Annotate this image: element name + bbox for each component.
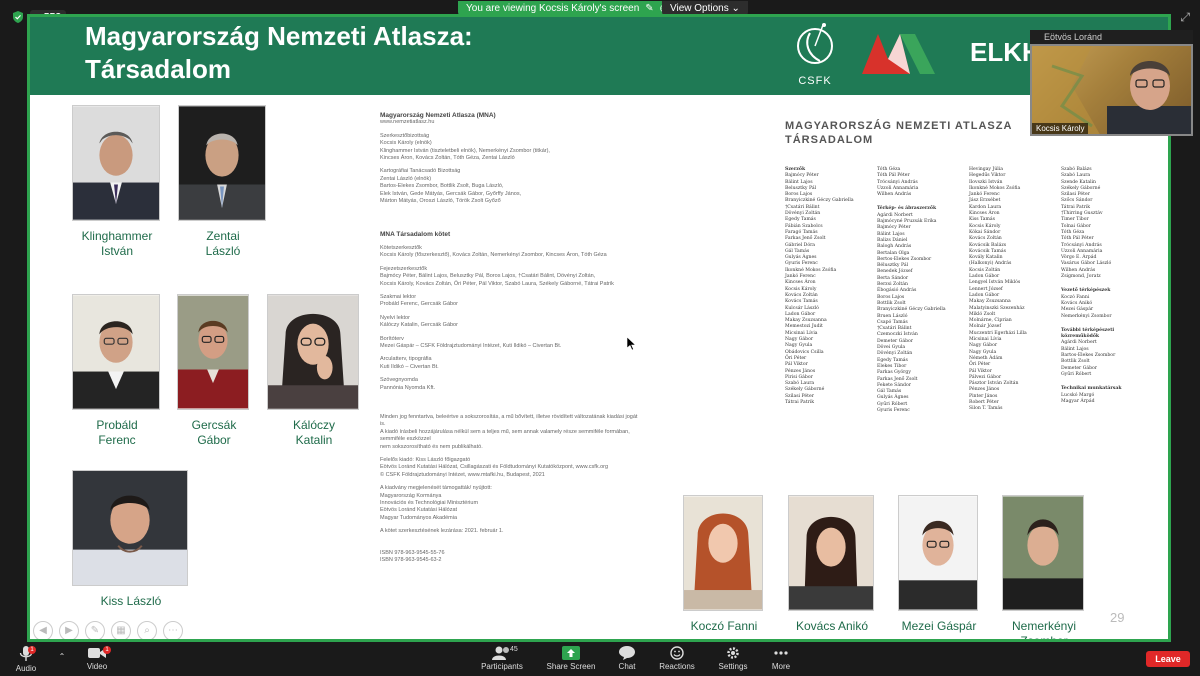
person-photo bbox=[1002, 495, 1084, 611]
person-photo bbox=[898, 495, 978, 611]
person-card: Kiss László bbox=[72, 470, 190, 609]
person-name: Koczó Fanni bbox=[690, 619, 758, 633]
participant-name: Kocsis Károly bbox=[1032, 123, 1089, 134]
chevron-down-icon: ⌄ bbox=[731, 3, 740, 14]
slide-page-number: 29 bbox=[1110, 610, 1125, 625]
person-card: Mezei Gáspár bbox=[898, 495, 980, 634]
credits-column: Szabó Balázs Szabó Laura Szende Katalin Szé… bbox=[1061, 167, 1145, 414]
person-card: Probáld Ferenc bbox=[72, 294, 162, 448]
person-name: Probáld Ferenc bbox=[96, 418, 138, 447]
person-name: Zentai László bbox=[205, 229, 241, 258]
zoom-toolbar: 1 Audio ⌃ 1 Video 45 Participants Share … bbox=[0, 644, 1200, 676]
credits-name bbox=[1061, 320, 1145, 324]
person-card: Kovács Anikó bbox=[788, 495, 876, 634]
credits-name: Gyuris Ferenc bbox=[877, 407, 910, 413]
chat-icon bbox=[619, 646, 635, 660]
more-options-icon[interactable]: ⋯ bbox=[163, 621, 183, 639]
person-photo bbox=[178, 105, 266, 221]
shield-icon bbox=[13, 11, 23, 23]
person-card: Zentai László bbox=[178, 105, 268, 259]
audio-button[interactable]: 1 Audio bbox=[0, 646, 56, 673]
person-name: Gercsák Gábor bbox=[191, 418, 237, 447]
participant-video-thumbnail[interactable]: Kocsis Károly bbox=[1030, 44, 1193, 136]
colophon-document: Magyarország Nemzeti Atlasza (MNA) www.n… bbox=[380, 112, 638, 564]
person-card: Gercsák Gábor bbox=[177, 294, 251, 448]
gear-icon bbox=[727, 647, 739, 659]
csfk-logo: CSFK bbox=[790, 21, 840, 87]
person-name: Nemerkényi Zsombor bbox=[1011, 619, 1077, 642]
slide-header: Magyarország Nemzeti Atlasza: Társadalom… bbox=[30, 17, 1168, 95]
credits-column: Szerzők Bajmócy Péter Bálint Lajos Belusztk… bbox=[785, 167, 869, 414]
person-name: Kálóczy Katalin bbox=[292, 418, 336, 447]
shared-screen: Magyarország Nemzeti Atlasza: Társadalom… bbox=[27, 14, 1171, 642]
zoom-icon[interactable]: ⌕ bbox=[137, 621, 157, 639]
participants-count: 45 bbox=[510, 646, 518, 653]
participant-label-overlay: Eötvös Loránd bbox=[1030, 30, 1193, 44]
pen-icon[interactable]: ✎ bbox=[85, 621, 105, 639]
person-card: Kálóczy Katalin bbox=[267, 294, 361, 448]
slideshow-controls: ◀ ▶ ✎ ▦ ⌕ ⋯ bbox=[33, 621, 183, 639]
credits-name: Magyar Árpád bbox=[1061, 398, 1095, 404]
person-name: Mezei Gáspár bbox=[901, 619, 977, 633]
person-card: Klinghammer István bbox=[72, 105, 162, 259]
person-photo bbox=[683, 495, 763, 611]
video-badge: 1 bbox=[103, 646, 111, 654]
mouse-cursor-icon bbox=[627, 337, 637, 351]
slide-title: Magyarország Nemzeti Atlasza: Társadalom bbox=[85, 21, 473, 84]
credits-name: További térképészeti közreműködők bbox=[1061, 327, 1115, 340]
more-button[interactable]: More bbox=[751, 646, 811, 671]
slides-grid-icon[interactable]: ▦ bbox=[111, 621, 131, 639]
person-photo bbox=[72, 105, 160, 221]
credits-column: Tóth Géza Tóth Pál Péter Trócsányi András U… bbox=[877, 167, 961, 414]
smiley-icon bbox=[670, 646, 684, 660]
person-name: Kovács Anikó bbox=[795, 619, 869, 633]
credits-columns: Szerzők Bajmócy Péter Bálint Lajos Belusztk… bbox=[785, 167, 1145, 414]
video-button[interactable]: 1 Video bbox=[67, 646, 127, 671]
credits-name bbox=[1061, 280, 1145, 284]
more-dots-icon bbox=[774, 651, 788, 655]
person-name: Kiss László bbox=[100, 594, 162, 608]
fullscreen-icon[interactable]: ⤢ bbox=[1180, 10, 1190, 25]
mna-logo bbox=[862, 34, 935, 74]
credits-column: Hevingay Júlia Hegedűs Viktor Ilovszki Ist… bbox=[969, 167, 1053, 414]
share-screen-button[interactable]: Share Screen bbox=[541, 646, 601, 671]
credits-name bbox=[877, 198, 961, 202]
person-photo bbox=[788, 495, 874, 611]
previous-slide-icon[interactable]: ◀ bbox=[33, 621, 53, 639]
csfk-emblem-icon bbox=[797, 23, 833, 64]
credits-name bbox=[1061, 378, 1145, 382]
person-photo bbox=[267, 294, 359, 410]
credits-name: Silon T. Tamás bbox=[969, 406, 1003, 412]
person-photo bbox=[177, 294, 249, 410]
person-card: Koczó Fanni bbox=[683, 495, 765, 634]
person-photo bbox=[72, 294, 160, 410]
leave-button[interactable]: Leave bbox=[1146, 651, 1190, 667]
reactions-button[interactable]: Reactions bbox=[647, 646, 707, 671]
person-photo bbox=[72, 470, 188, 586]
participants-icon bbox=[492, 646, 509, 660]
person-card: Nemerkényi Zsombor bbox=[1002, 495, 1086, 642]
credits-title: MAGYARORSZÁG NEMZETI ATLASZA TÁRSADALOM bbox=[785, 120, 1013, 146]
share-screen-icon bbox=[562, 646, 580, 660]
participants-button[interactable]: 45 Participants bbox=[472, 646, 532, 671]
next-slide-icon[interactable]: ▶ bbox=[59, 621, 79, 639]
person-name: Klinghammer István bbox=[81, 229, 153, 258]
audio-badge: 1 bbox=[28, 646, 36, 654]
credits-name: Tátrai Patrik bbox=[785, 399, 815, 405]
